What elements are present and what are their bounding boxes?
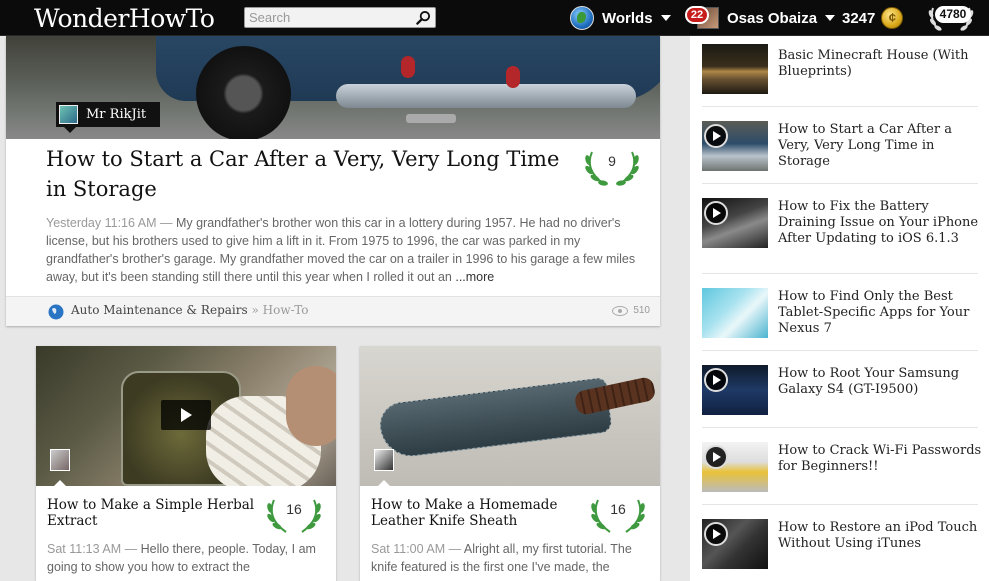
sidebar-item[interactable]: How to Start a Car After a Very, Very Lo… xyxy=(702,107,978,184)
play-icon[interactable] xyxy=(161,400,211,430)
play-icon xyxy=(704,201,728,225)
worlds-label: Worlds xyxy=(602,9,653,27)
play-icon xyxy=(704,445,728,469)
top-bar: WonderHowTo Worlds 22 Osas Obaiza 3247 ¢ xyxy=(0,0,989,36)
points-value: 3247 xyxy=(842,9,876,27)
featured-article-image[interactable]: Mr RikJit xyxy=(6,36,660,139)
article-card: How to Make a Homemade Leather Knife She… xyxy=(360,346,660,581)
sidebar-item[interactable]: How to Fix the Battery Draining Issue on… xyxy=(702,184,978,274)
play-icon xyxy=(704,124,728,148)
eye-icon xyxy=(612,305,629,316)
author-name: Mr RikJit xyxy=(86,107,147,122)
likes-count: 9 xyxy=(608,153,616,169)
more-link[interactable]: ...more xyxy=(455,270,494,284)
sidebar-item[interactable]: How to Root Your Samsung Galaxy S4 (GT-I… xyxy=(702,351,978,428)
rank-number: 4780 xyxy=(935,6,971,23)
featured-article-excerpt: Yesterday 11:16 AM — My grandfather's br… xyxy=(46,214,646,286)
sidebar-related-list: Basic Minecraft House (With Blueprints) … xyxy=(690,36,989,581)
sidebar-item-title: How to Start a Car After a Very, Very Lo… xyxy=(778,122,952,169)
sidebar-item-title: How to Fix the Battery Draining Issue on… xyxy=(778,199,979,246)
article-title[interactable]: How to Make a Homemade Leather Knife She… xyxy=(371,497,586,529)
author-avatar[interactable] xyxy=(374,449,394,471)
likes-badge[interactable]: 16 xyxy=(588,496,648,536)
article-card: How to Make a Simple Herbal Extract 16 S… xyxy=(36,346,336,581)
coin-icon: ¢ xyxy=(881,7,904,29)
sidebar-item-thumbnail xyxy=(702,44,768,94)
sidebar-item[interactable]: How to Restore an iPod Touch Without Usi… xyxy=(702,505,978,581)
sidebar-item-thumbnail xyxy=(702,288,768,338)
subcategory-link[interactable]: » How-To xyxy=(251,303,308,317)
article-title[interactable]: How to Make a Simple Herbal Extract xyxy=(47,497,262,529)
sidebar-item-title: How to Root Your Samsung Galaxy S4 (GT-I… xyxy=(778,366,960,397)
author-avatar[interactable] xyxy=(50,449,70,471)
likes-count: 16 xyxy=(610,501,626,517)
likes-badge[interactable]: 9 xyxy=(582,148,642,188)
rank-badge[interactable]: 4780 xyxy=(927,2,975,34)
author-avatar xyxy=(59,105,78,124)
post-date: Sat 11:00 AM — xyxy=(371,542,462,556)
search-box xyxy=(244,7,436,28)
category-breadcrumb: Auto Maintenance & Repairs » How-To xyxy=(71,303,309,317)
chevron-down-icon xyxy=(660,15,671,21)
username: Osas Obaiza xyxy=(727,9,818,27)
globe-icon xyxy=(570,6,594,30)
notifications-button[interactable]: 22 xyxy=(685,6,721,30)
sidebar-item-title: How to Crack Wi-Fi Passwords for Beginne… xyxy=(778,443,982,474)
article-excerpt: Sat 11:13 AM — Hello there, people. Toda… xyxy=(47,540,329,576)
sidebar-item-title: How to Find Only the Best Tablet-Specifi… xyxy=(778,289,970,336)
view-count-value: 510 xyxy=(633,305,650,316)
notification-count-badge: 22 xyxy=(685,6,709,24)
likes-count: 16 xyxy=(286,501,302,517)
search-icon[interactable] xyxy=(416,10,431,25)
article-image[interactable] xyxy=(360,346,660,486)
featured-article-title[interactable]: How to Start a Car After a Very, Very Lo… xyxy=(46,144,566,204)
user-menu[interactable]: 22 Osas Obaiza xyxy=(685,6,836,30)
play-icon xyxy=(704,368,728,392)
sidebar-item[interactable]: Basic Minecraft House (With Blueprints) xyxy=(702,40,978,107)
play-icon xyxy=(704,522,728,546)
article-excerpt: Sat 11:00 AM — Alright all, my first tut… xyxy=(371,540,653,576)
worlds-menu[interactable]: Worlds xyxy=(570,5,671,31)
post-date: Sat 11:13 AM — xyxy=(47,542,138,556)
points-display[interactable]: 3247 ¢ xyxy=(842,7,904,29)
article-image[interactable] xyxy=(36,346,336,486)
chevron-down-icon xyxy=(825,15,836,21)
sidebar-item-title: How to Restore an iPod Touch Without Usi… xyxy=(778,520,978,551)
post-date: Yesterday 11:16 AM — xyxy=(46,216,173,230)
site-logo[interactable]: WonderHowTo xyxy=(34,4,215,33)
category-link[interactable]: Auto Maintenance & Repairs xyxy=(71,303,248,317)
sidebar-item[interactable]: How to Crack Wi-Fi Passwords for Beginne… xyxy=(702,428,981,505)
globe-icon xyxy=(48,304,64,320)
author-tag[interactable]: Mr RikJit xyxy=(56,102,161,133)
sidebar-item-title: Basic Minecraft House (With Blueprints) xyxy=(778,48,969,79)
search-input[interactable] xyxy=(245,8,410,27)
featured-article-card: Mr RikJit How to Start a Car After a Ver… xyxy=(6,36,660,326)
sidebar-item[interactable]: How to Find Only the Best Tablet-Specifi… xyxy=(702,274,978,351)
view-count: 510 xyxy=(612,305,650,316)
likes-badge[interactable]: 16 xyxy=(264,496,324,536)
featured-article-footer: Auto Maintenance & Repairs » How-To 510 xyxy=(6,296,660,326)
